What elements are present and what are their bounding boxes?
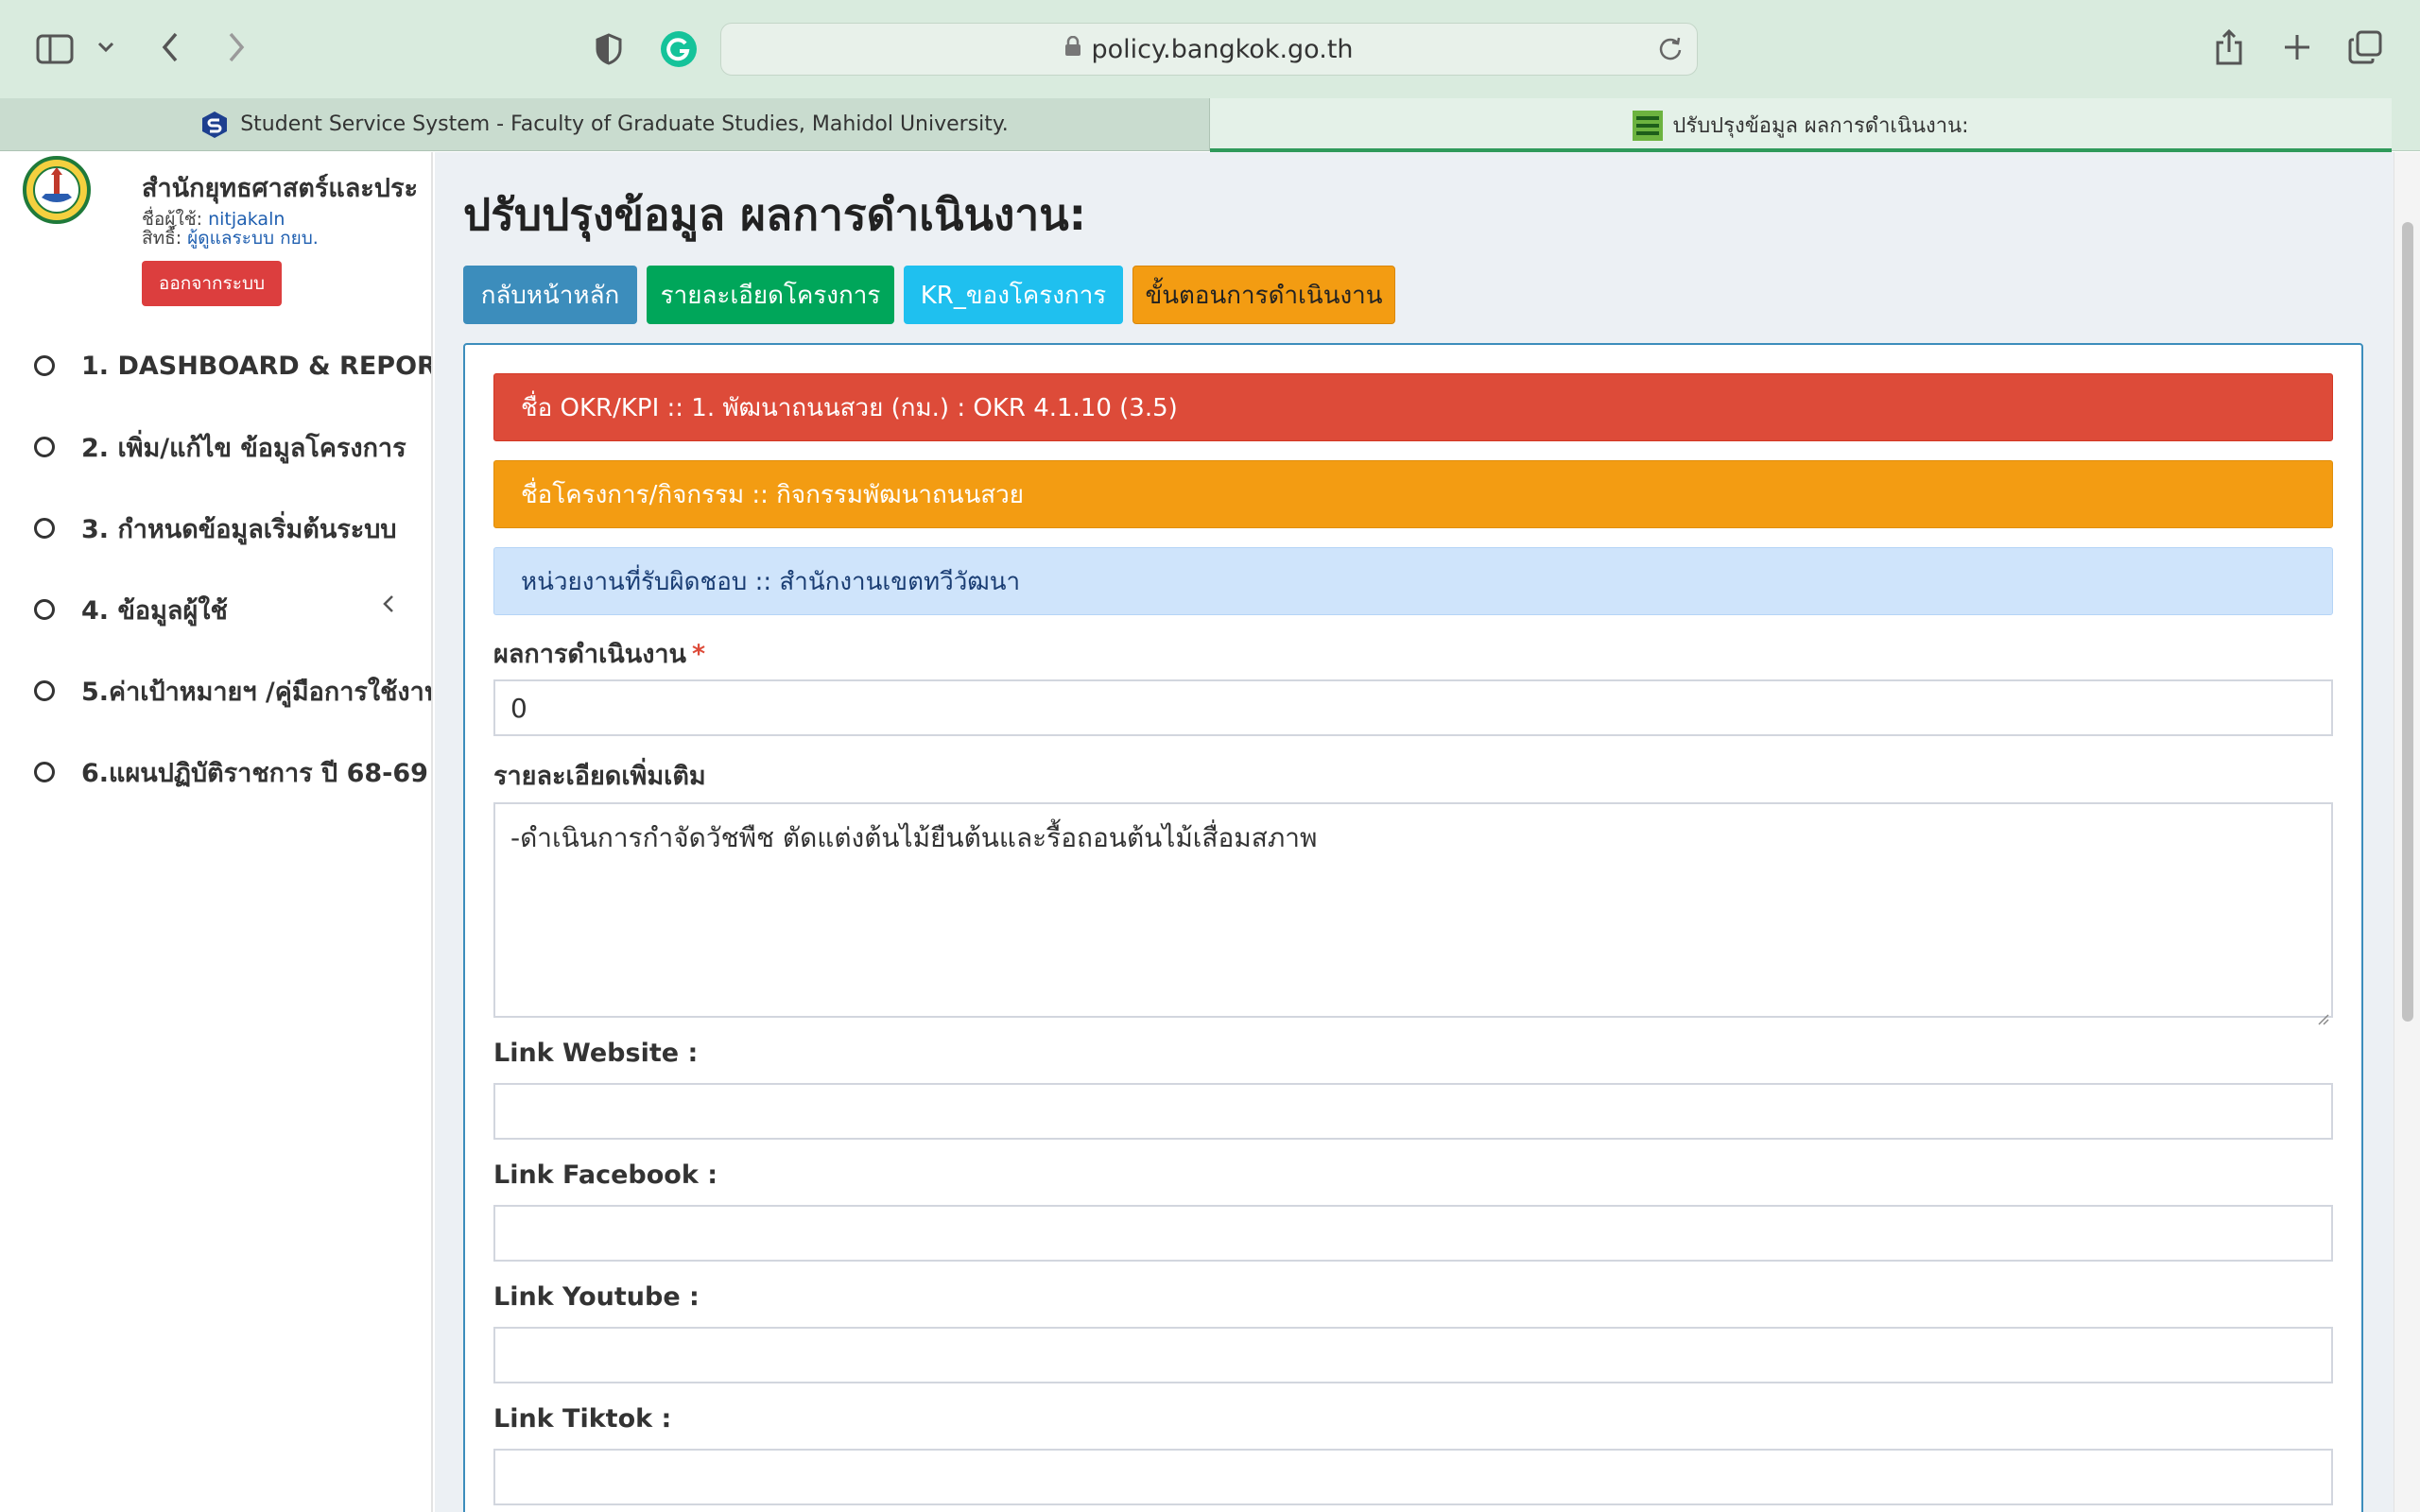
facebook-label: Link Facebook : <box>493 1160 718 1190</box>
tab-student-service[interactable]: Student Service System - Faculty of Grad… <box>0 98 1210 151</box>
tab-bar: Student Service System - Faculty of Grad… <box>0 98 2420 152</box>
tiktok-label: Link Tiktok : <box>493 1404 672 1434</box>
policy-favicon-icon <box>1633 111 1664 141</box>
sidebar-item-users[interactable]: 4. ข้อมูลผู้ใช้ <box>34 591 228 628</box>
org-name: สำนักยุทธศาสตร์และประ <box>142 174 418 203</box>
circle-icon <box>34 762 55 782</box>
scrollbar-thumb[interactable] <box>2402 222 2413 1022</box>
role-info: สิทธิ์: ผู้ดูแลระบบ กยบ. <box>142 224 319 252</box>
browser-toolbar: policy.bangkok.go.th <box>0 0 2420 98</box>
sidebar-item-label: 3. กำหนดข้อมูลเริ่มต้นระบบ <box>81 514 397 544</box>
details-label: รายละเอียดเพิ่มเติม <box>493 762 706 791</box>
logout-button[interactable]: ออกจากระบบ <box>142 261 282 306</box>
project-alert: ชื่อโครงการ/กิจกรรม :: กิจกรรมพัฒนาถนนสว… <box>493 460 2333 528</box>
shield-icon[interactable] <box>590 30 628 68</box>
details-textarea[interactable]: -ดำเนินการกำจัดวัชพืช ตัดแต่งต้นไม้ยืนต้… <box>493 802 2333 1025</box>
circle-icon <box>34 518 55 539</box>
address-bar[interactable]: policy.bangkok.go.th <box>720 23 1698 76</box>
tab-title: Student Service System - Faculty of Grad… <box>240 112 1009 136</box>
result-label-text: ผลการดำเนินงาน <box>493 640 687 669</box>
tab-policy-update[interactable]: ปรับปรุงข้อมูล ผลการดำเนินงาน: <box>1210 98 2392 152</box>
lock-icon <box>1064 35 1081 62</box>
project-kr-button[interactable]: KR_ของโครงการ <box>904 266 1123 324</box>
sidebar-toggle-icon[interactable] <box>34 30 76 68</box>
chevron-down-icon[interactable] <box>93 34 119 60</box>
circle-icon <box>34 437 55 457</box>
circle-icon <box>34 355 55 376</box>
website-label: Link Website : <box>493 1039 699 1068</box>
role-label: สิทธิ์: <box>142 228 182 249</box>
page-scrollbar[interactable] <box>2394 152 2420 1512</box>
form-box: ชื่อ OKR/KPI :: 1. พัฒนาถนนสวย (กม.) : O… <box>463 343 2363 1512</box>
sidebar-item-label: 6.แผนปฏิบัติราชการ ปี 68-69 <box>81 758 428 788</box>
main-content: ปรับปรุงข้อมูล ผลการดำเนินงาน: กลับหน้าห… <box>435 152 2394 1512</box>
back-icon[interactable] <box>153 28 187 66</box>
url-text: policy.bangkok.go.th <box>1091 34 1354 64</box>
circle-icon <box>34 599 55 620</box>
result-input[interactable]: 0 <box>493 679 2333 736</box>
project-detail-button[interactable]: รายละเอียดโครงการ <box>647 266 894 324</box>
tab-overview-icon[interactable] <box>2346 28 2384 66</box>
tab-title: ปรับปรุงข้อมูล ผลการดำเนินงาน: <box>1672 113 1969 138</box>
work-steps-button[interactable]: ขั้นตอนการดำเนินงาน <box>1132 266 1395 324</box>
website-input[interactable] <box>493 1083 2333 1140</box>
sidebar-item-label: 1. DASHBOARD & REPORTS <box>81 351 433 381</box>
role-value: ผู้ดูแลระบบ กยบ. <box>187 228 319 249</box>
grammarly-icon[interactable] <box>658 28 700 70</box>
forward-icon[interactable] <box>219 28 253 66</box>
resize-grip-icon[interactable] <box>2316 1001 2329 1025</box>
facebook-input[interactable] <box>493 1205 2333 1262</box>
share-icon[interactable] <box>2212 25 2246 68</box>
bangkok-logo-icon <box>23 156 91 224</box>
sidebar-item-edit-project[interactable]: 2. เพิ่ม/แก้ไข ข้อมูลโครงการ <box>34 428 406 466</box>
mahidol-favicon-icon <box>200 111 229 139</box>
okr-alert: ชื่อ OKR/KPI :: 1. พัฒนาถนนสวย (กม.) : O… <box>493 373 2333 441</box>
sidebar-item-targets-manual[interactable]: 5.ค่าเป้าหมายฯ /คู่มือการใช้งาน <box>34 672 433 710</box>
unit-alert: หน่วยงานที่รับผิดชอบ :: สำนักงานเขตทวีวั… <box>493 547 2333 615</box>
required-mark: * <box>692 640 706 669</box>
details-text: -ดำเนินการกำจัดวัชพืช ตัดแต่งต้นไม้ยืนต้… <box>510 822 1318 853</box>
tiktok-input[interactable] <box>493 1449 2333 1505</box>
sidebar-item-label: 4. ข้อมูลผู้ใช้ <box>81 595 228 626</box>
page-title: ปรับปรุงข้อมูล ผลการดำเนินงาน: <box>463 189 1087 240</box>
sidebar-item-label: 2. เพิ่ม/แก้ไข ข้อมูลโครงการ <box>81 433 406 463</box>
result-label: ผลการดำเนินงาน * <box>493 633 705 674</box>
back-to-home-button[interactable]: กลับหน้าหลัก <box>463 266 637 324</box>
youtube-label: Link Youtube : <box>493 1282 700 1312</box>
new-tab-icon[interactable] <box>2278 28 2316 66</box>
chevron-left-icon[interactable] <box>382 593 395 621</box>
sidebar-item-action-plan[interactable]: 6.แผนปฏิบัติราชการ ปี 68-69 <box>34 753 428 791</box>
sidebar-item-system-setup[interactable]: 3. กำหนดข้อมูลเริ่มต้นระบบ <box>34 509 397 547</box>
sidebar-item-label: 5.ค่าเป้าหมายฯ /คู่มือการใช้งาน <box>81 677 433 707</box>
sidebar: สำนักยุทธศาสตร์และประ ชื่อผู้ใช้: nitjak… <box>0 152 433 1512</box>
circle-icon <box>34 680 55 701</box>
youtube-input[interactable] <box>493 1327 2333 1383</box>
sidebar-item-dashboard[interactable]: 1. DASHBOARD & REPORTS <box>34 347 433 385</box>
reload-icon[interactable] <box>1657 35 1684 68</box>
